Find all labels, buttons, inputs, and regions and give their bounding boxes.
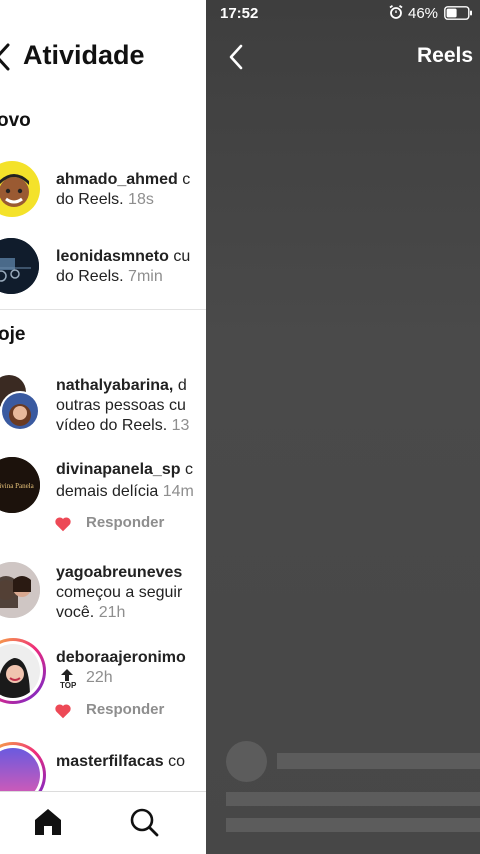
timestamp: 22h: [86, 669, 113, 686]
username[interactable]: divinapanela_sp: [56, 461, 181, 478]
top-badge: TOP: [60, 681, 77, 690]
section-label-new: ovo: [0, 110, 31, 131]
timestamp: 13: [171, 417, 190, 434]
activity-text: c: [180, 461, 193, 478]
activity-text: outras pessoas cu: [56, 397, 186, 414]
timestamp: 21h: [98, 604, 126, 621]
home-icon[interactable]: [33, 807, 63, 837]
page-title: Atividade: [23, 40, 145, 70]
status-time: 17:52: [220, 5, 259, 22]
battery-icon: [444, 6, 472, 20]
heart-icon[interactable]: [54, 703, 72, 719]
username[interactable]: ahmado_ahmed: [56, 171, 178, 188]
timestamp: 7min: [128, 268, 163, 285]
reply-button[interactable]: Responder: [86, 514, 164, 531]
activity-header: Atividade: [0, 0, 206, 95]
loading-avatar-placeholder: [226, 741, 267, 782]
activity-text: c: [177, 171, 191, 188]
list-item[interactable]: yagoabreuneves começou a seguir você. 21…: [0, 562, 206, 624]
avatar[interactable]: [0, 638, 46, 704]
username[interactable]: deboraajeronimo: [56, 649, 186, 666]
section-label-today: oje: [0, 324, 26, 345]
activity-page: Atividade ovo ahmado_ahmed c do Reels. 1…: [0, 0, 206, 854]
activity-text: cu: [168, 248, 191, 265]
username[interactable]: yagoabreuneves: [56, 564, 182, 581]
list-item[interactable]: ahmado_ahmed c do Reels. 18s: [0, 160, 206, 218]
list-item[interactable]: leonidasmneto cu do Reels. 7min: [0, 237, 206, 295]
avatar[interactable]: [0, 161, 40, 217]
username[interactable]: leonidasmneto: [56, 248, 169, 265]
loading-text-placeholder: [226, 792, 480, 806]
username[interactable]: masterfilfacas: [56, 753, 164, 770]
activity-text: vídeo do Reels.: [56, 417, 168, 434]
chevron-left-icon[interactable]: [229, 44, 243, 70]
activity-text: começou a seguir: [56, 584, 183, 601]
list-item[interactable]: masterfilfacas co: [0, 742, 206, 808]
username[interactable]: nathalyabarina,: [56, 377, 173, 394]
list-item[interactable]: Divina Panela divinapanela_sp c demais d…: [0, 457, 206, 537]
battery-percentage: 46%: [408, 5, 439, 22]
list-item[interactable]: nathalyabarina, d outras pessoas cu víde…: [0, 375, 206, 435]
alarm-icon: [389, 5, 403, 19]
loading-text-placeholder: [277, 753, 480, 769]
search-icon[interactable]: [129, 807, 159, 837]
reels-page: 17:52 46% Reels: [206, 0, 480, 854]
timestamp: 14m: [162, 483, 194, 500]
top-arrow-icon: [61, 669, 73, 681]
activity-text: demais delícia: [56, 483, 159, 500]
reply-button[interactable]: Responder: [86, 701, 164, 718]
activity-text: co: [163, 753, 185, 770]
avatar[interactable]: Divina Panela: [0, 457, 40, 513]
loading-text-placeholder: [226, 818, 480, 832]
activity-text: você.: [56, 604, 95, 621]
avatar[interactable]: [0, 391, 40, 431]
avatar[interactable]: [0, 238, 39, 294]
heart-icon[interactable]: [54, 516, 72, 532]
activity-text: do Reels.: [56, 268, 124, 285]
logo-text: Divina Panela: [0, 482, 35, 490]
activity-text: do Reels.: [56, 191, 124, 208]
activity-text: d: [173, 377, 187, 394]
reels-title: Reels: [417, 44, 474, 67]
timestamp: 18s: [128, 191, 154, 208]
chevron-left-icon[interactable]: [0, 42, 10, 72]
avatar[interactable]: [0, 562, 40, 618]
section-divider: [0, 309, 206, 310]
list-item[interactable]: deboraajeronimo TOP 22h Responder: [0, 638, 206, 723]
bottom-nav: [0, 791, 206, 854]
